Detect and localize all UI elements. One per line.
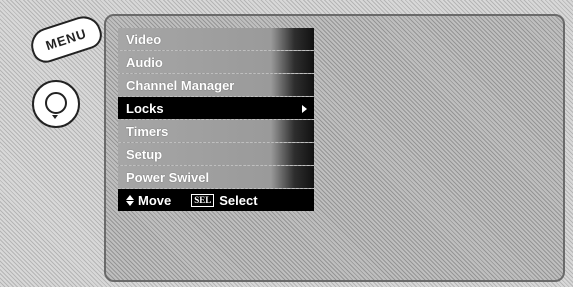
remote-control-panel: MENU xyxy=(8,8,110,283)
main-menu: Video Audio Channel Manager Locks Timers… xyxy=(118,28,314,211)
menu-item-channel-manager[interactable]: Channel Manager xyxy=(118,74,314,96)
menu-item-label: Channel Manager xyxy=(126,77,235,93)
menu-item-label: Setup xyxy=(126,146,163,162)
menu-item-timers[interactable]: Timers xyxy=(118,120,314,142)
move-hint: Move xyxy=(138,192,172,208)
menu-item-locks[interactable]: Locks xyxy=(118,97,314,119)
dpad-button[interactable] xyxy=(32,80,80,128)
menu-item-label: Power Swivel xyxy=(126,169,210,185)
menu-item-label: Timers xyxy=(126,123,169,139)
menu-item-video[interactable]: Video xyxy=(118,28,314,50)
select-hint: Select xyxy=(219,192,258,208)
menu-item-audio[interactable]: Audio xyxy=(118,51,314,73)
menu-item-label: Audio xyxy=(126,54,163,70)
menu-item-setup[interactable]: Setup xyxy=(118,143,314,165)
tv-screen: Video Audio Channel Manager Locks Timers… xyxy=(104,14,565,282)
down-arrow-icon xyxy=(52,115,58,119)
help-bar: Move SEL Select xyxy=(118,189,314,211)
menu-button[interactable]: MENU xyxy=(26,11,106,67)
menu-button-label: MENU xyxy=(43,25,89,53)
menu-item-label: Video xyxy=(126,31,162,47)
menu-item-label: Locks xyxy=(126,100,164,116)
chevron-right-icon xyxy=(302,105,307,113)
menu-item-power-swivel[interactable]: Power Swivel xyxy=(118,166,314,188)
dpad-center[interactable] xyxy=(45,92,67,114)
up-down-arrow-icon xyxy=(126,194,134,206)
sel-key-icon: SEL xyxy=(191,193,215,207)
